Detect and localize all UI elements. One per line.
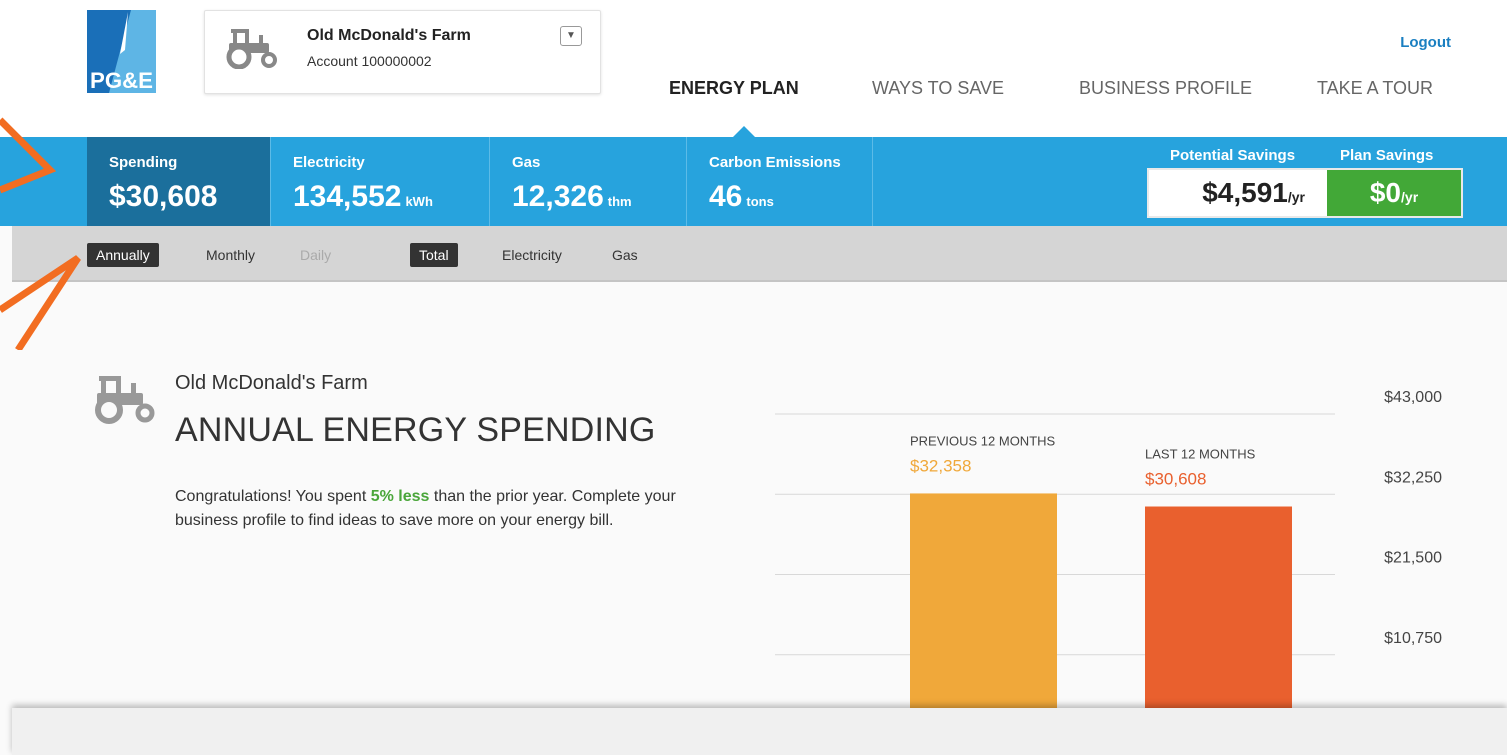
account-selector[interactable]: Old McDonald's Farm Account 100000002 ▼ <box>204 10 601 94</box>
y-tick-label: $43,000 <box>1384 389 1442 406</box>
filter-total[interactable]: Total <box>410 243 458 267</box>
potential-savings-label: Potential Savings <box>1170 147 1296 164</box>
per-year-unit: /yr <box>1287 189 1305 205</box>
y-tick-label: $21,500 <box>1384 550 1442 567</box>
metric-spending[interactable]: Spending $30,608 <box>87 137 271 226</box>
y-tick-label: $10,750 <box>1384 630 1442 647</box>
per-year-unit: /yr <box>1401 189 1419 205</box>
page-title: ANNUAL ENERGY SPENDING <box>175 411 656 449</box>
metric-label: Spending <box>109 154 178 171</box>
filter-bar: Annually Monthly Daily Total Electricity… <box>12 226 1507 282</box>
category-label: PREVIOUS 12 MONTHS <box>910 433 1056 448</box>
plan-savings-amount: $0 <box>1369 177 1402 208</box>
metric-unit: tons <box>746 194 774 209</box>
metric-value: $30,608 <box>109 180 217 214</box>
savings-box[interactable]: $4,591/yr $0/yr <box>1147 168 1463 218</box>
nav-take-a-tour[interactable]: TAKE A TOUR <box>1317 78 1433 99</box>
metric-label: Carbon Emissions <box>709 154 841 171</box>
metric-label: Electricity <box>293 154 365 171</box>
metric-electricity[interactable]: Electricity 134,552 kWh <box>271 137 490 226</box>
nav-business-profile[interactable]: BUSINESS PROFILE <box>1079 78 1252 99</box>
tractor-icon <box>226 29 277 69</box>
account-number: Account 100000002 <box>307 53 432 69</box>
header: PG&E Old McDonald's Farm Account 1000000… <box>0 0 1507 137</box>
savings-highlight: 5% less <box>370 488 430 505</box>
pge-logo[interactable]: PG&E <box>87 10 156 93</box>
potential-savings-value[interactable]: $4,591/yr <box>1149 170 1327 216</box>
metric-carbon-emissions[interactable]: Carbon Emissions 46 tons <box>687 137 873 226</box>
nav-ways-to-save[interactable]: WAYS TO SAVE <box>872 78 1004 99</box>
summary-text: Congratulations! You spent <box>175 488 371 505</box>
filter-electricity[interactable]: Electricity <box>493 243 571 267</box>
chevron-down-icon: ▼ <box>566 30 576 41</box>
farm-name: Old McDonald's Farm <box>175 372 368 394</box>
value-label: $30,608 <box>1145 470 1206 489</box>
metric-value-number: 12,326 <box>512 180 604 213</box>
filter-annually[interactable]: Annually <box>87 243 159 267</box>
y-tick-label: $32,250 <box>1384 469 1442 486</box>
plan-savings-value[interactable]: $0/yr <box>1327 170 1461 216</box>
metric-value-number: 46 <box>709 180 743 213</box>
summary-message: Congratulations! You spent 5% less than … <box>175 485 705 533</box>
metric-gas[interactable]: Gas 12,326 thm <box>490 137 687 226</box>
category-label: LAST 12 MONTHS <box>1145 447 1256 462</box>
metric-value: 12,326 thm <box>512 180 632 214</box>
bottom-panel <box>12 708 1507 755</box>
metric-value-number: $30,608 <box>109 180 218 213</box>
filter-gas[interactable]: Gas <box>603 243 647 267</box>
metric-unit: thm <box>607 194 632 209</box>
account-name: Old McDonald's Farm <box>307 27 471 44</box>
active-nav-indicator <box>733 126 755 137</box>
filter-monthly[interactable]: Monthly <box>197 243 264 267</box>
account-dropdown-button[interactable]: ▼ <box>560 26 582 46</box>
tractor-icon <box>95 376 155 424</box>
logout-link[interactable]: Logout <box>1400 34 1451 51</box>
nav-energy-plan[interactable]: ENERGY PLAN <box>669 78 799 99</box>
filter-daily[interactable]: Daily <box>291 243 340 267</box>
potential-savings-amount: $4,591 <box>1202 177 1288 208</box>
metric-unit: kWh <box>405 194 433 209</box>
metric-value: 134,552 kWh <box>293 180 433 214</box>
logo-text: PG&E <box>90 68 153 93</box>
spending-chart: $0$10,750$21,500$32,250$43,000PREVIOUS 1… <box>775 389 1442 755</box>
metric-value: 46 tons <box>709 180 774 214</box>
metric-label: Gas <box>512 154 541 171</box>
plan-savings-label: Plan Savings <box>1340 147 1434 164</box>
metric-value-number: 134,552 <box>293 180 402 213</box>
value-label: $32,358 <box>910 456 971 475</box>
